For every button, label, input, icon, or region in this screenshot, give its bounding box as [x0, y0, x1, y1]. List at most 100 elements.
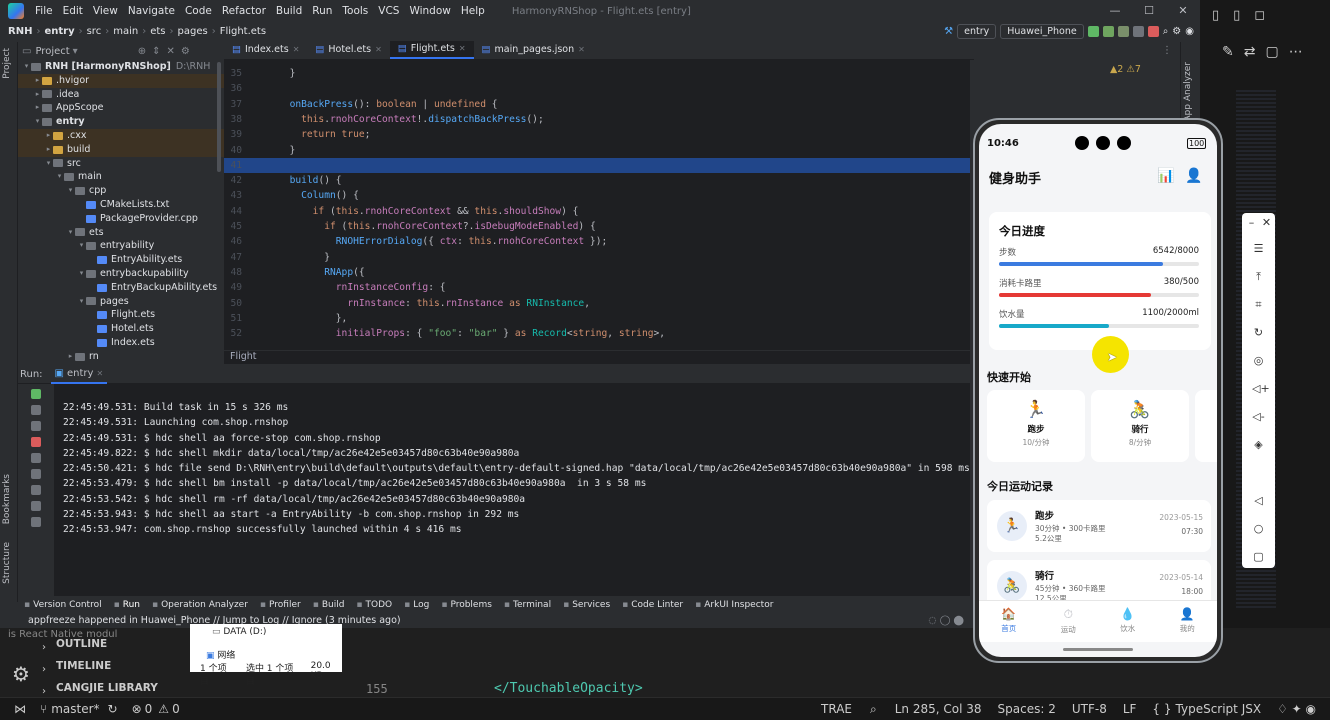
code-line[interactable]: 37 onBackPress(): boolean | undefined {	[224, 97, 970, 112]
indentation[interactable]: Spaces: 2	[998, 702, 1056, 716]
soft-wrap-icon[interactable]	[31, 453, 41, 463]
sync-icon[interactable]: ↻	[108, 702, 118, 716]
tree-item[interactable]: Flight.ets	[18, 308, 224, 322]
location-icon[interactable]: ◎	[1252, 354, 1265, 367]
maximize-button[interactable]: ☐	[1132, 0, 1166, 22]
chevron-down-icon[interactable]: ▾	[73, 46, 78, 57]
inspection-widget[interactable]: ▲2 ⚠7	[1110, 64, 1141, 75]
code-line[interactable]: 40 }	[224, 143, 970, 158]
close-tab-icon[interactable]: ✕	[578, 41, 585, 59]
expand-arrow-icon[interactable]: ▾	[55, 170, 64, 184]
tab-index-ets[interactable]: ▤ Index.ets ✕	[224, 41, 307, 59]
expand-arrow-icon[interactable]: ▸	[44, 143, 53, 157]
menu-help[interactable]: Help	[456, 5, 490, 17]
code-line[interactable]: 35 }	[224, 66, 970, 81]
code-editor[interactable]: 35 } 36 37 onBackPress(): boolean | undefi…	[224, 60, 970, 350]
expand-arrow-icon[interactable]: ▾	[66, 226, 75, 240]
tree-item[interactable]: EntryBackupAbility.ets	[18, 281, 224, 295]
search-icon[interactable]: ⌕	[1163, 26, 1169, 37]
code-line[interactable]: 48 RNApp({	[224, 265, 970, 280]
breadcrumb-item[interactable]: main	[113, 26, 138, 37]
menu-file[interactable]: File	[30, 5, 58, 17]
cursor-position[interactable]: Ln 285, Col 38	[895, 702, 982, 716]
run-console[interactable]: 22:45:49.531: Build task in 15 s 326 ms 2…	[54, 384, 970, 596]
tree-item[interactable]: ▸ .cxx	[18, 128, 224, 143]
tool-tab-problems[interactable]: ▪ Problems	[441, 600, 492, 610]
locate-icon[interactable]: ⊕	[138, 46, 146, 57]
explorer-drive-row[interactable]: ▭ DATA (D:)	[212, 627, 266, 637]
menu-navigate[interactable]: Navigate	[123, 5, 180, 17]
tree-item[interactable]: ▸ build	[18, 142, 224, 157]
tool-tab-operation-analyzer[interactable]: ▪ Operation Analyzer	[152, 600, 248, 610]
attach-icon[interactable]	[1132, 25, 1144, 37]
rotate-icon[interactable]: ↻	[1252, 326, 1265, 339]
tree-item[interactable]: ▾ RNH [HarmonyRNShop] D:\RNH	[18, 60, 224, 74]
close-tab-icon[interactable]: ✕	[459, 40, 466, 58]
code-line[interactable]: 51 },	[224, 311, 970, 326]
print-icon[interactable]	[31, 485, 41, 495]
recents-icon[interactable]: ▢	[1252, 550, 1265, 563]
tree-item[interactable]: EntryAbility.ets	[18, 253, 224, 267]
collapse-icon[interactable]: ⇕	[152, 46, 160, 57]
trash-icon[interactable]	[31, 517, 41, 527]
stop-icon[interactable]	[31, 437, 41, 447]
record-card[interactable]: 🏃 跑步 30分钟 • 300卡路里 5.2公里 2023-05-15 07:30	[987, 500, 1211, 552]
run-config-tab[interactable]: ▣ entry ✕	[50, 366, 108, 384]
device-select[interactable]: Huawei_Phone	[1000, 23, 1084, 39]
close-tab-icon[interactable]: ✕	[375, 41, 382, 59]
warning-count[interactable]: 0	[172, 702, 180, 716]
tree-item[interactable]: ▾ ets	[18, 226, 224, 240]
expand-arrow-icon[interactable]: ▸	[33, 88, 42, 102]
pin-top-icon[interactable]: ⤒	[1252, 270, 1265, 283]
tree-item[interactable]: ▸ .idea	[18, 88, 224, 102]
code-line[interactable]: 49 rnInstanceConfig: {	[224, 280, 970, 295]
code-line[interactable]: 36	[224, 81, 970, 96]
breadcrumb-item[interactable]: ets	[150, 26, 165, 37]
tree-item[interactable]: ▾ entry	[18, 115, 224, 129]
tree-item[interactable]: PackageProvider.cpp	[18, 212, 224, 226]
code-line[interactable]: 46 RNOHErrorDialog({ ctx: this.rnohCoreC…	[224, 234, 970, 249]
project-view-select[interactable]: Project	[35, 46, 69, 57]
profile-icon[interactable]	[1117, 25, 1129, 37]
code-line[interactable]: 50 rnInstance: this.rnInstance as RNInst…	[224, 296, 970, 311]
trae-label[interactable]: TRAE	[821, 702, 852, 716]
tab-hotel-ets[interactable]: ▤ Hotel.ets ✕	[307, 41, 389, 59]
tree-item[interactable]: ▾ entryability	[18, 239, 224, 253]
crop-icon[interactable]: ⌗	[1252, 298, 1265, 311]
tool-tab-todo[interactable]: ▪ TODO	[356, 600, 392, 610]
hammer-icon[interactable]: ⚒	[944, 26, 953, 37]
expand-arrow-icon[interactable]: ▸	[33, 74, 42, 88]
tab-main_pages-json[interactable]: ▤ main_pages.json ✕	[474, 41, 593, 59]
line-ending[interactable]: LF	[1123, 702, 1137, 716]
expand-arrow-icon[interactable]: ▾	[33, 115, 42, 129]
tool-tab-version-control[interactable]: ▪ Version Control	[24, 600, 102, 610]
quick-start-card[interactable]: 🚴 骑行 8/分钟	[1091, 390, 1189, 462]
tool-tab-terminal[interactable]: ▪ Terminal	[504, 600, 551, 610]
tree-item[interactable]: Index.ets	[18, 336, 224, 350]
menu-vcs[interactable]: VCS	[373, 5, 404, 17]
code-line[interactable]: 39 return true;	[224, 127, 970, 142]
tree-item[interactable]: Hotel.ets	[18, 322, 224, 336]
zoom-icon[interactable]: ⌕	[870, 702, 877, 717]
code-line[interactable]: 44 if (this.rnohCoreContext && this.shou…	[224, 204, 970, 219]
wrench-icon[interactable]	[31, 421, 41, 431]
camera-icon[interactable]: ◈	[1252, 438, 1265, 451]
close-button[interactable]: ✕	[1166, 0, 1200, 22]
branch-name[interactable]: master*	[51, 702, 99, 716]
expand-arrow-icon[interactable]: ▸	[33, 101, 42, 115]
tool-tab-log[interactable]: ▪ Log	[404, 600, 429, 610]
explorer-network-row[interactable]: ▣ 网络	[206, 648, 235, 661]
rerun-icon[interactable]	[31, 389, 41, 399]
close-icon[interactable]: ✕	[1260, 216, 1273, 229]
close-tab-icon[interactable]: ✕	[293, 41, 300, 59]
encoding[interactable]: UTF-8	[1072, 702, 1107, 716]
code-line[interactable]: 41	[224, 157, 970, 174]
tree-item[interactable]: ▾ cpp	[18, 184, 224, 198]
panel-gear-icon[interactable]: ⚙	[181, 46, 190, 57]
tree-item[interactable]: ▸ AppScope	[18, 101, 224, 115]
tree-item[interactable]: ▸ .hvigor	[18, 73, 224, 88]
volume-down-icon[interactable]: ◁-	[1252, 410, 1265, 423]
tree-item[interactable]: ▸ rn	[18, 350, 224, 364]
timeline-section[interactable]: TIMELINE	[56, 660, 111, 672]
settings-gear-icon[interactable]: ⚙	[12, 662, 30, 686]
